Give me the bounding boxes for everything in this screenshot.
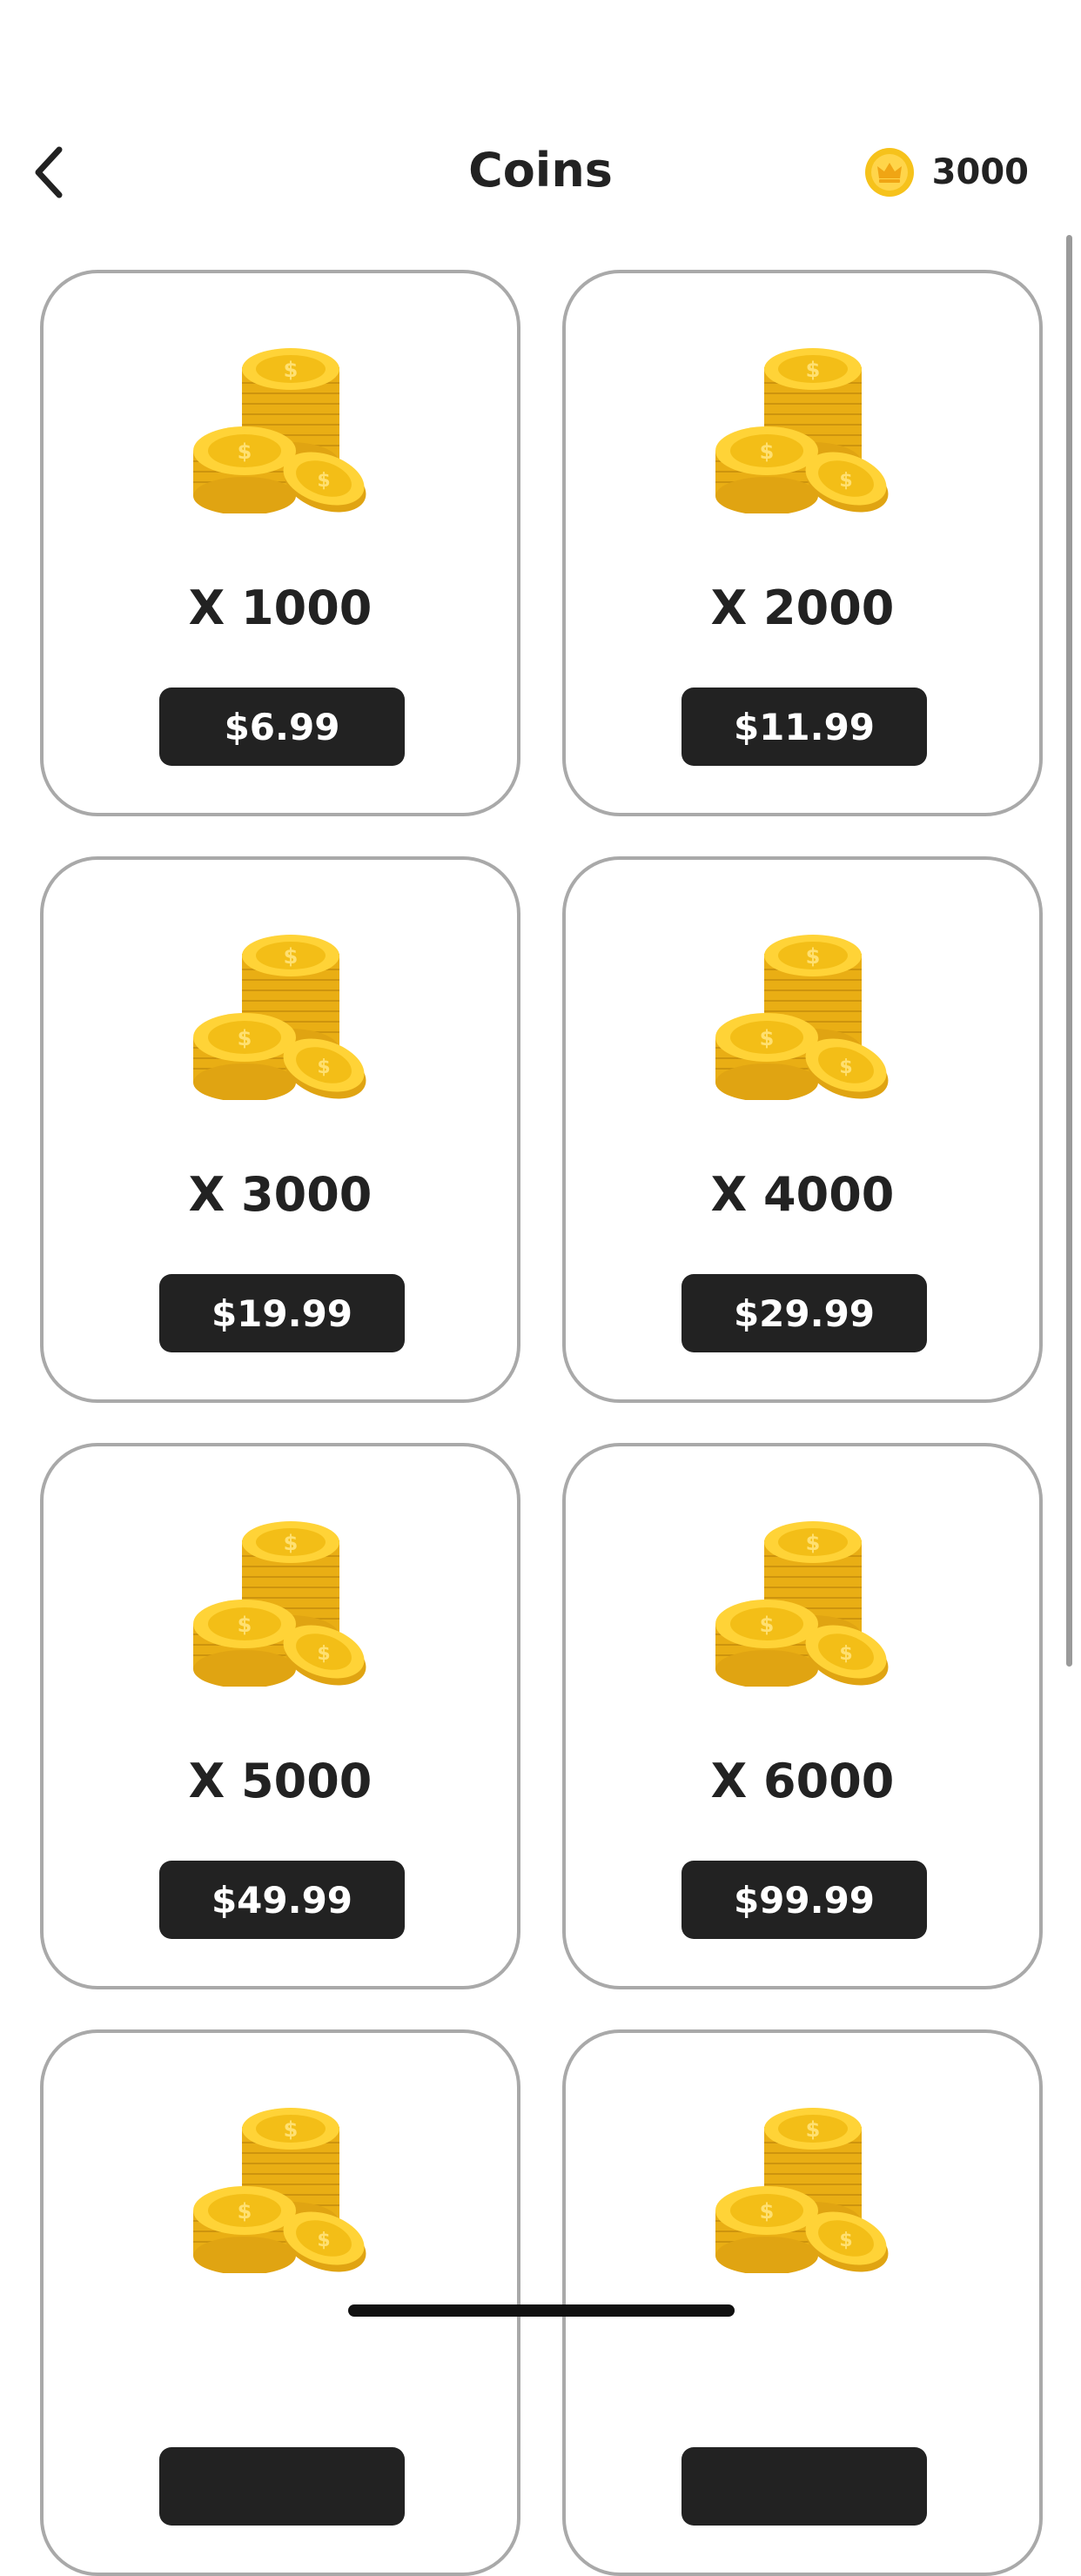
price-button[interactable]: $19.99 xyxy=(159,1274,405,1352)
vertical-scrollbar[interactable] xyxy=(1066,235,1072,1667)
coin-stack-icon xyxy=(715,2108,890,2273)
coin-quantity: X 3000 xyxy=(188,1167,373,1222)
coin-package-card[interactable]: X 5000 $49.99 xyxy=(40,1443,520,1989)
coin-package-card[interactable]: X 6000 $99.99 xyxy=(562,1443,1043,1989)
price-button[interactable]: $49.99 xyxy=(159,1861,405,1939)
home-indicator[interactable] xyxy=(348,2304,735,2317)
coin-quantity: X 6000 xyxy=(710,1754,895,1808)
price-button[interactable]: $29.99 xyxy=(682,1274,927,1352)
coin-quantity: X 5000 xyxy=(188,1754,373,1808)
coin-quantity: X 2000 xyxy=(710,580,895,635)
coin-stack-icon xyxy=(193,2108,367,2273)
coin-stack-icon xyxy=(715,935,890,1100)
coin-quantity: X 4000 xyxy=(710,1167,895,1222)
coin-package-card[interactable] xyxy=(562,2029,1043,2576)
coin-package-card[interactable]: X 3000 $19.99 xyxy=(40,856,520,1403)
coin-stack-icon xyxy=(715,348,890,513)
coin-package-card[interactable] xyxy=(40,2029,520,2576)
coin-stack-icon xyxy=(193,348,367,513)
price-button[interactable]: $11.99 xyxy=(682,688,927,766)
price-button[interactable] xyxy=(682,2447,927,2526)
coin-package-card[interactable]: X 4000 $29.99 xyxy=(562,856,1043,1403)
price-button[interactable] xyxy=(159,2447,405,2526)
coin-stack-icon xyxy=(193,935,367,1100)
price-button[interactable]: $99.99 xyxy=(682,1861,927,1939)
price-button[interactable]: $6.99 xyxy=(159,688,405,766)
coin-quantity: X 1000 xyxy=(188,580,373,635)
coin-stack-icon xyxy=(193,1521,367,1687)
coin-package-card[interactable]: X 2000 $11.99 xyxy=(562,270,1043,816)
coin-stack-icon xyxy=(715,1521,890,1687)
coin-package-card[interactable]: X 1000 $6.99 xyxy=(40,270,520,816)
coin-package-grid: X 1000 $6.99 X 2000 $11.99 X 3000 $19.99… xyxy=(0,0,1081,2576)
